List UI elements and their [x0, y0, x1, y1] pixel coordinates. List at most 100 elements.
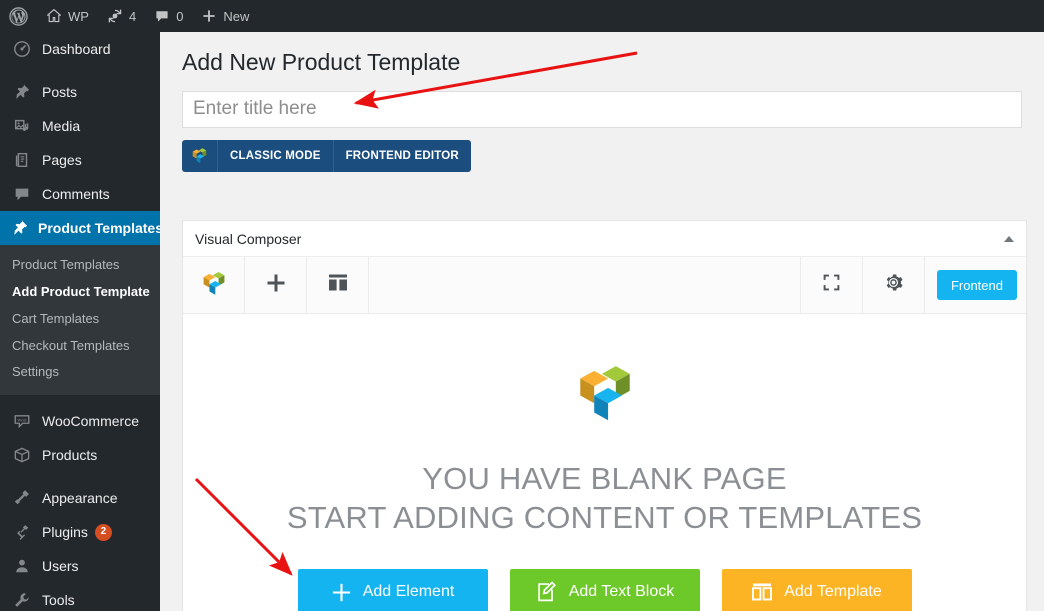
plus-icon — [201, 8, 217, 24]
sidebar-item-dashboard[interactable]: Dashboard — [0, 32, 160, 66]
sidebar-item-label: Users — [42, 558, 79, 574]
admin-sidebar: Dashboard Posts Media Pages Comments Pro… — [0, 32, 160, 611]
admin-bar: WP 4 0 New — [0, 0, 1044, 32]
svg-text:woo: woo — [18, 419, 27, 424]
pages-icon — [11, 150, 33, 170]
woocommerce-icon: woo — [11, 411, 33, 431]
dashboard-icon — [11, 39, 33, 59]
sidebar-item-pages[interactable]: Pages — [0, 143, 160, 177]
plus-icon — [265, 272, 287, 299]
toolbar-fullscreen-button[interactable] — [801, 257, 863, 313]
visual-composer-logo-icon — [201, 270, 227, 301]
toolbar-logo-button[interactable] — [183, 257, 245, 313]
sidebar-divider — [0, 395, 160, 404]
visual-composer-logo-icon[interactable] — [182, 140, 218, 172]
chevron-up-icon[interactable] — [1004, 236, 1014, 242]
fullscreen-icon — [822, 273, 841, 297]
users-icon — [11, 556, 33, 576]
visual-composer-toolbar: Frontend — [183, 257, 1026, 314]
page-title: Add New Product Template — [182, 48, 1044, 78]
sidebar-item-woocommerce[interactable]: woo WooCommerce — [0, 404, 160, 438]
empty-state-actions: Add Element Add Text Block — [183, 569, 1026, 611]
sidebar-item-comments[interactable]: Comments — [0, 177, 160, 211]
visual-composer-panel: Visual Composer — [182, 220, 1027, 611]
sidebar-divider — [0, 66, 160, 75]
toolbar-add-element-button[interactable] — [245, 257, 307, 313]
plugins-plug-icon — [11, 522, 33, 542]
home-icon — [46, 8, 62, 24]
toolbar-settings-button[interactable] — [863, 257, 925, 313]
main-content: Add New Product Template CLASSIC MODE FR… — [160, 32, 1044, 611]
plus-icon — [331, 582, 352, 603]
pin-icon — [11, 82, 33, 102]
sidebar-item-plugins[interactable]: Plugins 2 — [0, 515, 160, 549]
frontend-editor-button[interactable]: FRONTEND EDITOR — [334, 140, 471, 172]
sidebar-subitem-cart-templates[interactable]: Cart Templates — [0, 306, 160, 333]
toolbar-templates-button[interactable] — [307, 257, 369, 313]
sidebar-subitem-add-product-template[interactable]: Add Product Template — [0, 279, 160, 306]
title-field-wrapper[interactable] — [182, 91, 1022, 128]
toolbar-empty-space — [369, 257, 801, 313]
admin-bar-site-name[interactable]: WP — [37, 0, 98, 32]
updates-icon — [107, 8, 123, 24]
sidebar-item-media[interactable]: Media — [0, 109, 160, 143]
wordpress-logo-icon — [9, 7, 28, 26]
sidebar-subitem-settings[interactable]: Settings — [0, 359, 160, 386]
sidebar-divider — [0, 472, 160, 481]
empty-state-heading: YOU HAVE BLANK PAGE START ADDING CONTENT… — [183, 459, 1026, 537]
comment-icon — [11, 184, 33, 204]
editor-mode-switch: CLASSIC MODE FRONTEND EDITOR — [182, 140, 471, 172]
sidebar-item-label: Media — [42, 118, 80, 134]
sidebar-item-users[interactable]: Users — [0, 549, 160, 583]
add-template-label: Add Template — [784, 583, 882, 601]
sidebar-item-label: Posts — [42, 84, 77, 100]
admin-bar-wordpress-logo[interactable] — [0, 0, 37, 32]
products-box-icon — [11, 445, 33, 465]
sidebar-item-products[interactable]: Products — [0, 438, 160, 472]
visual-composer-empty-state: YOU HAVE BLANK PAGE START ADDING CONTENT… — [183, 314, 1026, 611]
add-element-label: Add Element — [363, 583, 455, 601]
admin-bar-comments[interactable]: 0 — [145, 0, 192, 32]
visual-composer-logo-icon — [574, 360, 636, 433]
admin-bar-new-label: New — [223, 10, 249, 23]
sidebar-item-label: Tools — [42, 592, 75, 608]
sidebar-item-tools[interactable]: Tools — [0, 583, 160, 611]
layout-grid-icon — [751, 581, 773, 603]
plugins-update-badge: 2 — [95, 524, 112, 541]
frontend-button[interactable]: Frontend — [937, 270, 1017, 300]
appearance-brush-icon — [11, 488, 33, 508]
title-input[interactable] — [183, 92, 1021, 127]
add-template-button[interactable]: Add Template — [722, 569, 912, 611]
add-text-block-label: Add Text Block — [569, 583, 675, 601]
add-text-block-button[interactable]: Add Text Block — [510, 569, 700, 611]
classic-mode-button[interactable]: CLASSIC MODE — [218, 140, 334, 172]
pencil-page-icon — [535, 581, 558, 604]
sidebar-submenu-product-templates: Product Templates Add Product Template C… — [0, 245, 160, 395]
media-icon — [11, 116, 33, 136]
sidebar-item-label: WooCommerce — [42, 413, 139, 429]
comment-icon — [154, 8, 170, 24]
add-element-button[interactable]: Add Element — [298, 569, 488, 611]
sidebar-item-label: Appearance — [42, 490, 118, 506]
layout-grid-icon — [327, 272, 349, 299]
pin-icon — [11, 218, 29, 238]
gear-icon — [883, 272, 904, 298]
admin-bar-site-name-label: WP — [68, 10, 89, 23]
admin-bar-updates[interactable]: 4 — [98, 0, 145, 32]
sidebar-item-label: Plugins — [42, 524, 88, 540]
toolbar-frontend-area: Frontend — [925, 257, 1026, 313]
sidebar-item-appearance[interactable]: Appearance — [0, 481, 160, 515]
empty-state-line-2: START ADDING CONTENT OR TEMPLATES — [183, 498, 1026, 537]
sidebar-subitem-product-templates[interactable]: Product Templates — [0, 252, 160, 279]
visual-composer-panel-title: Visual Composer — [195, 231, 301, 247]
empty-state-line-1: YOU HAVE BLANK PAGE — [183, 459, 1026, 498]
sidebar-item-product-templates[interactable]: Product Templates — [0, 211, 160, 245]
admin-bar-updates-count: 4 — [129, 10, 136, 23]
sidebar-item-posts[interactable]: Posts — [0, 75, 160, 109]
admin-bar-new-content[interactable]: New — [192, 0, 258, 32]
sidebar-item-label: Comments — [42, 186, 110, 202]
tools-wrench-icon — [11, 590, 33, 610]
sidebar-item-label: Product Templates — [38, 220, 160, 236]
sidebar-subitem-checkout-templates[interactable]: Checkout Templates — [0, 333, 160, 360]
sidebar-item-label: Products — [42, 447, 97, 463]
